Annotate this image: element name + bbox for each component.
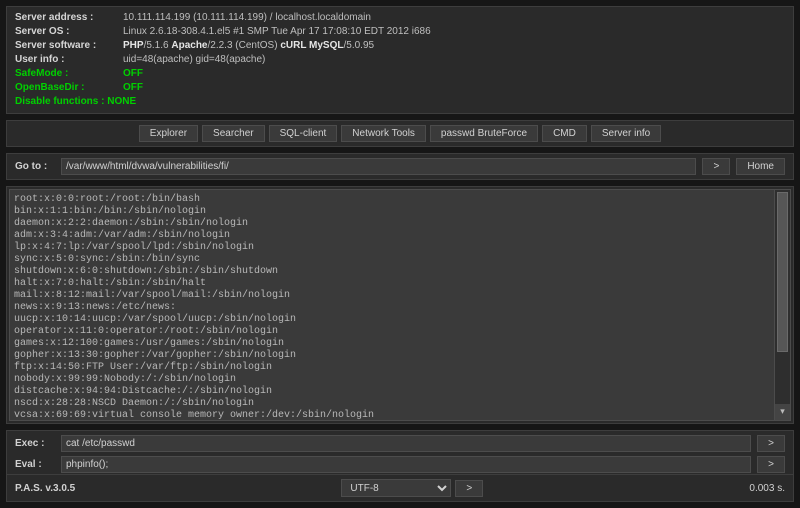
disable-functions-label: Disable functions :	[15, 95, 107, 109]
goto-go-button[interactable]: >	[702, 158, 730, 175]
user-info-label: User info :	[15, 53, 123, 67]
server-software-value: PHP/5.1.6 Apache/2.2.3 (CentOS) cURL MyS…	[123, 39, 374, 53]
server-os-label: Server OS :	[15, 25, 123, 39]
output-panel: root:x:0:0:root:/root:/bin/bash bin:x:1:…	[6, 186, 794, 424]
output-text: root:x:0:0:root:/root:/bin/bash bin:x:1:…	[10, 190, 774, 421]
nav-bar: Explorer Searcher SQL-client Network Too…	[6, 120, 794, 147]
footer-version: P.A.S. v.3.0.5	[15, 483, 75, 494]
goto-path-input[interactable]	[61, 158, 696, 175]
server-software-label: Server software :	[15, 39, 123, 53]
exec-input[interactable]	[61, 435, 751, 452]
server-address-label: Server address :	[15, 11, 123, 25]
output-scrollbar[interactable]: ▾	[774, 190, 790, 420]
user-info-value: uid=48(apache) gid=48(apache)	[123, 53, 265, 67]
eval-go-button[interactable]: >	[757, 456, 785, 473]
encoding-go-button[interactable]: >	[455, 480, 483, 497]
server-os-value: Linux 2.6.18-308.4.1.el5 #1 SMP Tue Apr …	[123, 25, 431, 39]
openbasedir-value: OFF	[123, 81, 143, 95]
nav-cmd-button[interactable]: CMD	[542, 125, 587, 142]
safemode-value: OFF	[123, 67, 143, 81]
goto-bar: Go to : > Home	[6, 153, 794, 180]
output-scrollbar-thumb[interactable]	[777, 192, 788, 352]
command-panel: Exec : > Eval : >	[6, 430, 794, 478]
goto-label: Go to :	[15, 161, 55, 172]
openbasedir-label: OpenBaseDir :	[15, 81, 123, 95]
nav-network-tools-button[interactable]: Network Tools	[341, 125, 426, 142]
server-address-value: 10.111.114.199 (10.111.114.199) / localh…	[123, 11, 371, 25]
nav-server-info-button[interactable]: Server info	[591, 125, 661, 142]
nav-passwd-bruteforce-button[interactable]: passwd BruteForce	[430, 125, 538, 142]
disable-functions-value: NONE	[107, 95, 136, 109]
footer-timing: 0.003 s.	[749, 483, 785, 494]
nav-explorer-button[interactable]: Explorer	[139, 125, 198, 142]
output-scrollbar-down-icon[interactable]: ▾	[775, 404, 790, 420]
footer-bar: P.A.S. v.3.0.5 UTF-8 > 0.003 s.	[6, 474, 794, 502]
eval-label: Eval :	[15, 459, 55, 470]
nav-sql-client-button[interactable]: SQL-client	[269, 125, 338, 142]
eval-input[interactable]	[61, 456, 751, 473]
goto-home-button[interactable]: Home	[736, 158, 785, 175]
encoding-select[interactable]: UTF-8	[341, 479, 451, 497]
output-textarea[interactable]: root:x:0:0:root:/root:/bin/bash bin:x:1:…	[9, 189, 791, 421]
server-info-panel: Server address : 10.111.114.199 (10.111.…	[6, 6, 794, 114]
safemode-label: SafeMode :	[15, 67, 123, 81]
nav-searcher-button[interactable]: Searcher	[202, 125, 265, 142]
exec-go-button[interactable]: >	[757, 435, 785, 452]
exec-label: Exec :	[15, 438, 55, 449]
